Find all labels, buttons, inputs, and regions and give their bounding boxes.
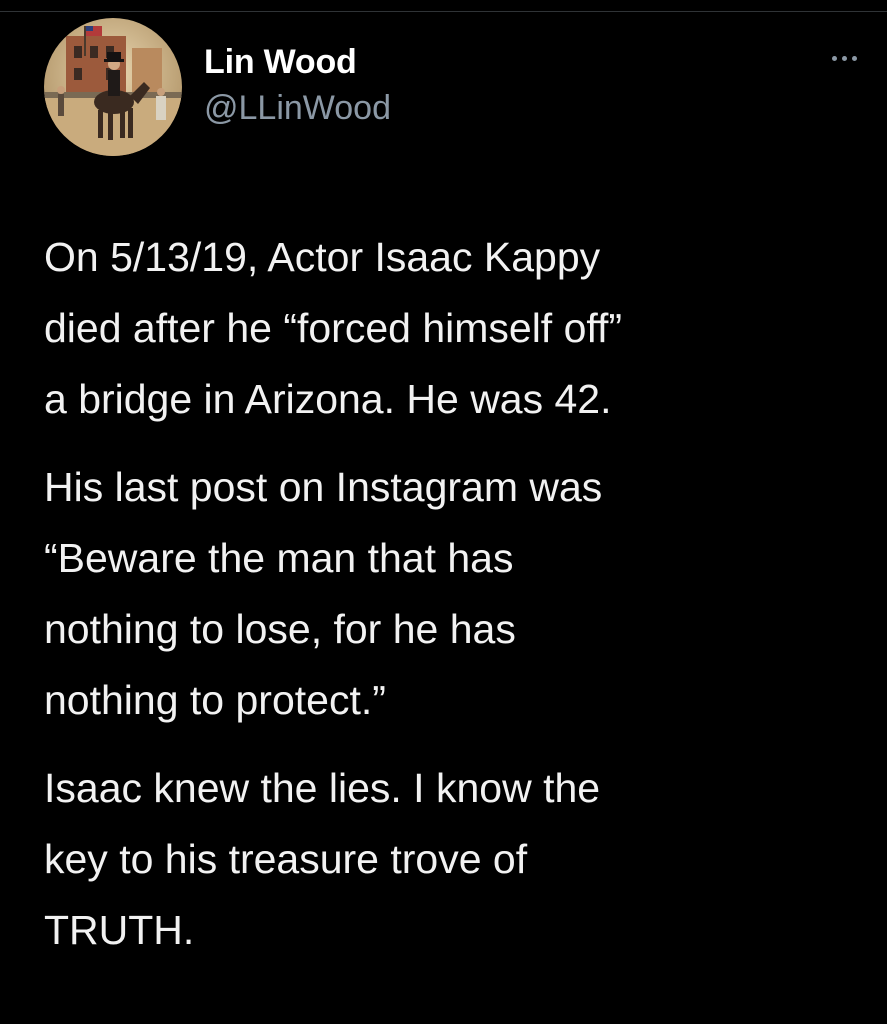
avatar-painting-icon bbox=[44, 18, 182, 156]
text-line: nothing to protect.” bbox=[44, 677, 386, 723]
avatar[interactable] bbox=[44, 18, 182, 156]
tweet-paragraph: His last post on Instagram was “Beware t… bbox=[44, 452, 844, 736]
dot-icon bbox=[851, 55, 857, 61]
text-line: nothing to lose, for he has bbox=[44, 606, 516, 652]
text-line: key to his treasure trove of bbox=[44, 836, 528, 882]
text-line: died after he “forced himself off” bbox=[44, 305, 623, 351]
text-line: TRUTH. bbox=[44, 907, 195, 953]
user-handle[interactable]: @LLinWood bbox=[204, 88, 391, 128]
tweet-paragraph: On 5/13/19, Actor Isaac Kappy died after… bbox=[44, 222, 844, 435]
display-name[interactable]: Lin Wood bbox=[204, 42, 391, 82]
dot-icon bbox=[841, 55, 847, 61]
text-line: “Beware the man that has bbox=[44, 535, 514, 581]
text-line: His last post on Instagram was bbox=[44, 464, 603, 510]
tweet-paragraph: Isaac knew the lies. I know the key to h… bbox=[44, 753, 844, 966]
text-line: a bridge in Arizona. He was 42. bbox=[44, 376, 612, 422]
text-line: On 5/13/19, Actor Isaac Kappy bbox=[44, 234, 601, 280]
author-info[interactable]: Lin Wood @LLinWood bbox=[204, 42, 391, 128]
top-divider bbox=[0, 0, 887, 12]
text-line: Isaac knew the lies. I know the bbox=[44, 765, 601, 811]
tweet-header: Lin Wood @LLinWood bbox=[44, 18, 864, 158]
dot-icon bbox=[831, 55, 837, 61]
more-options-icon[interactable] bbox=[824, 48, 864, 68]
tweet-text: On 5/13/19, Actor Isaac Kappy died after… bbox=[44, 222, 844, 983]
